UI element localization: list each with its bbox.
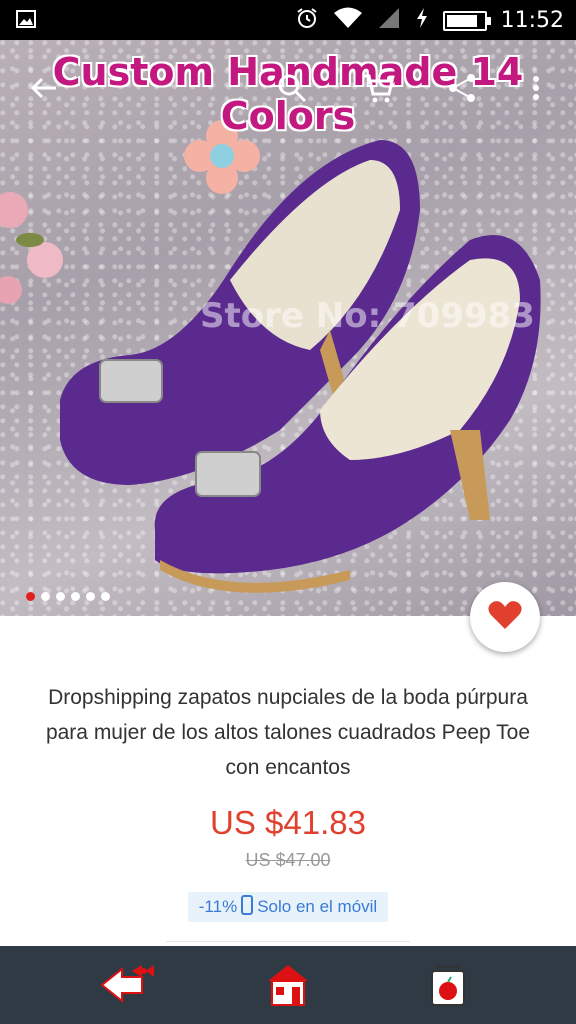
shoes-illustration: [60, 140, 541, 593]
carousel-dot[interactable]: [41, 592, 50, 601]
search-icon[interactable]: [274, 70, 310, 106]
carousel-dot[interactable]: [101, 592, 110, 601]
back-bow-icon[interactable]: [98, 960, 154, 1010]
carousel-dot[interactable]: [56, 592, 65, 601]
carousel-indicator[interactable]: [26, 592, 110, 601]
cart-icon[interactable]: [360, 70, 396, 106]
carousel-dot[interactable]: [71, 592, 80, 601]
back-arrow-icon[interactable]: [26, 70, 62, 106]
carousel-dot[interactable]: [86, 592, 95, 601]
original-price: US $47.00: [245, 850, 331, 870]
signal-icon: [377, 6, 401, 35]
product-title: Dropshipping zapatos nupciales de la bod…: [45, 686, 531, 779]
discount-percent: -11%: [198, 897, 238, 916]
alarm-icon: [295, 6, 319, 35]
favorite-button[interactable]: [470, 582, 540, 652]
product-price: US $41.83: [210, 804, 366, 841]
share-icon[interactable]: [444, 70, 480, 106]
mobile-phone-icon: [241, 894, 254, 920]
charging-icon: [415, 7, 429, 34]
bottom-navigation: [0, 946, 576, 1024]
store-icon[interactable]: [260, 960, 316, 1010]
divider: [166, 941, 410, 942]
heart-icon: [488, 600, 522, 635]
image-icon: [16, 10, 36, 33]
battery-icon: [442, 10, 491, 31]
wifi-icon: [333, 6, 363, 35]
more-icon[interactable]: [524, 70, 548, 106]
carousel-dot[interactable]: [26, 592, 35, 601]
mobile-discount-badge: -11% Solo en el móvil: [188, 892, 388, 922]
status-bar: 11:52: [0, 0, 576, 40]
mobile-only-label: Solo en el móvil: [257, 897, 378, 916]
clock: 11:52: [500, 8, 564, 33]
apple-bag-icon[interactable]: [420, 960, 476, 1010]
store-watermark: Store No: 709983: [200, 296, 535, 336]
product-image[interactable]: Custom Handmade 14 Colors Store No: 7099…: [0, 40, 576, 616]
